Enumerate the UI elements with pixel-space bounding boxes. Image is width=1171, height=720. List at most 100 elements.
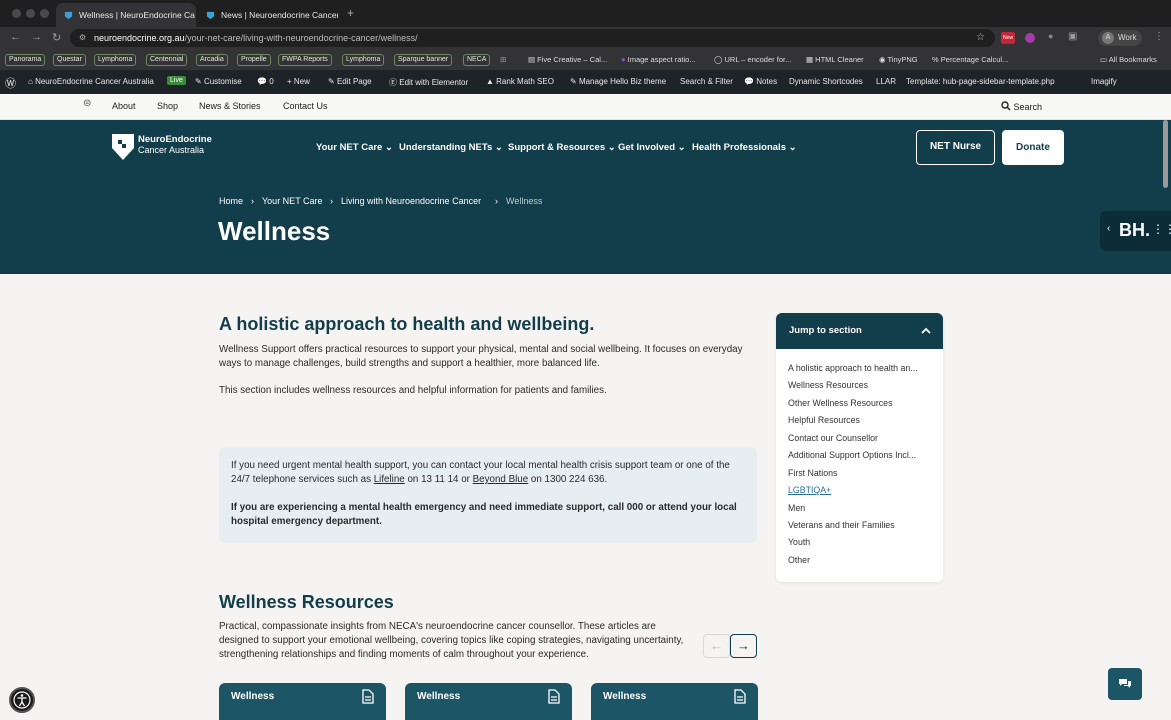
- menu-get-involved[interactable]: Get Involved ⌄: [618, 142, 686, 153]
- beyond-blue-link[interactable]: Beyond Blue: [473, 474, 529, 485]
- edit-page-link[interactable]: ✎ Edit Page: [328, 77, 372, 86]
- window-close-button[interactable]: [12, 9, 21, 18]
- lifeline-link[interactable]: Lifeline: [374, 474, 405, 485]
- apps-grid-icon[interactable]: ⊞: [500, 55, 506, 64]
- close-tab-icon[interactable]: ✕: [195, 10, 196, 21]
- utility-link-contact[interactable]: Contact Us: [283, 101, 328, 111]
- bookmark-folder[interactable]: Sparque banner: [394, 54, 453, 66]
- comments-link[interactable]: 💬 0: [257, 77, 274, 86]
- site-settings-icon[interactable]: ⚙: [79, 29, 86, 47]
- tab-wellness[interactable]: Wellness | NeuroEndocrine Ca ✕: [56, 3, 196, 27]
- extensions-puzzle-icon[interactable]: ▣: [1068, 31, 1077, 42]
- bookmark-link[interactable]: % Percentage Calcul...: [932, 55, 1008, 64]
- extension-circle-icon[interactable]: [1025, 33, 1035, 43]
- breadcrumb-home[interactable]: Home: [219, 196, 243, 206]
- chat-button[interactable]: [1108, 668, 1142, 700]
- bookmark-folder[interactable]: FWPA Reports: [278, 54, 332, 66]
- bookmark-folder[interactable]: Questar: [53, 54, 86, 66]
- carousel-next-button[interactable]: →: [730, 634, 757, 658]
- new-tab-button[interactable]: +: [347, 6, 354, 20]
- all-bookmarks-link[interactable]: ▭ All Bookmarks: [1100, 55, 1157, 64]
- carousel-prev-button[interactable]: ←: [703, 634, 730, 658]
- rankmath-link[interactable]: ▲ Rank Math SEO: [486, 77, 554, 86]
- bookmark-folder[interactable]: Centennial: [146, 54, 188, 66]
- bookmark-link[interactable]: ● Image aspect ratio...: [621, 55, 696, 64]
- toc-item-active[interactable]: LGBTIQA+: [788, 485, 831, 495]
- bookmark-link[interactable]: ◯ URL – encoder for...: [714, 55, 791, 64]
- wellness-card[interactable]: Wellness: [405, 683, 572, 720]
- neca-logo[interactable]: NeuroEndocrine Cancer Australia: [112, 134, 222, 164]
- window-minimize-button[interactable]: [26, 9, 35, 18]
- globe-icon[interactable]: ⊜: [83, 98, 91, 109]
- drag-handle-icon[interactable]: ⋮⋮: [1152, 222, 1171, 236]
- wellness-card[interactable]: Wellness: [591, 683, 758, 720]
- site-name-link[interactable]: ⌂ NeuroEndocrine Cancer Australia: [28, 77, 154, 86]
- breadcrumb-your-net-care[interactable]: Your NET Care: [262, 196, 323, 206]
- toc-item[interactable]: First Nations: [788, 468, 837, 478]
- profile-button[interactable]: A Work: [1098, 30, 1142, 46]
- toc-item[interactable]: Youth: [788, 537, 810, 547]
- accessibility-button[interactable]: [9, 687, 35, 713]
- menu-understanding-nets[interactable]: Understanding NETs ⌄: [399, 142, 503, 153]
- utility-link-about[interactable]: About: [112, 101, 136, 111]
- toc-item[interactable]: Veterans and their Families: [788, 520, 895, 530]
- tab-news[interactable]: News | Neuroendocrine Cancer ✕: [198, 3, 338, 27]
- toc-item[interactable]: Other Wellness Resources: [788, 398, 892, 408]
- extension-new-icon[interactable]: New: [1001, 32, 1015, 44]
- toc-item[interactable]: Additional Support Options Incl...: [788, 450, 916, 460]
- wellness-card[interactable]: Wellness: [219, 683, 386, 720]
- customise-link[interactable]: ✎ Customise: [195, 77, 242, 86]
- notes-link[interactable]: 💬 Notes: [744, 77, 777, 86]
- bookmark-folder[interactable]: Propelle: [237, 54, 271, 66]
- search-filter-link[interactable]: Search & Filter: [680, 77, 733, 86]
- bookmark-folder[interactable]: Arcadia: [196, 54, 228, 66]
- bookmark-link[interactable]: ▦ HTML Cleaner: [806, 55, 864, 64]
- bookmark-link[interactable]: ▤ Five Creative – Cal...: [528, 55, 607, 64]
- toc-item[interactable]: Men: [788, 503, 805, 513]
- page-scrollbar[interactable]: [1163, 120, 1168, 188]
- menu-support-resources[interactable]: Support & Resources ⌄: [508, 142, 616, 153]
- net-nurse-button[interactable]: NET Nurse: [916, 130, 995, 165]
- url-input[interactable]: ⚙ neuroendocrine.org.au/your-net-care/li…: [70, 29, 995, 47]
- forward-arrow-icon[interactable]: →: [31, 31, 42, 43]
- toc-item[interactable]: Contact our Counsellor: [788, 433, 878, 443]
- utility-link-shop[interactable]: Shop: [157, 101, 178, 111]
- microphone-icon[interactable]: ●: [1048, 31, 1053, 41]
- theme-link[interactable]: ✎ Manage Hello Biz theme: [570, 77, 666, 86]
- chat-bubble-icon: [1119, 679, 1131, 688]
- back-arrow-icon[interactable]: ←: [10, 31, 21, 43]
- menu-your-net-care[interactable]: Your NET Care ⌄: [316, 142, 393, 153]
- new-content-link[interactable]: + New: [287, 77, 310, 86]
- toc-item[interactable]: Other: [788, 555, 810, 565]
- bookmark-folder[interactable]: Lymphoma: [342, 54, 385, 66]
- template-info[interactable]: Template: hub-page-sidebar-template.php: [906, 77, 1055, 86]
- chevron-left-icon: ‹: [1107, 223, 1111, 234]
- browser-menu-icon[interactable]: ⋮: [1154, 31, 1164, 42]
- bh-logo-text: BH.: [1119, 220, 1150, 240]
- utility-link-news[interactable]: News & Stories: [199, 101, 261, 111]
- window-zoom-button[interactable]: [40, 9, 49, 18]
- toc-header[interactable]: Jump to section: [776, 313, 943, 349]
- menu-health-professionals[interactable]: Health Professionals ⌄: [692, 142, 797, 153]
- bookmark-folder[interactable]: Lymphoma: [94, 54, 137, 66]
- reload-icon[interactable]: ↻: [52, 31, 61, 44]
- chevron-up-icon: [921, 327, 931, 334]
- imagify-link[interactable]: Imagify: [1091, 77, 1117, 86]
- bookmark-link[interactable]: ◉ TinyPNG: [879, 55, 918, 64]
- bookmark-folder[interactable]: Panorama: [5, 54, 46, 66]
- llar-link[interactable]: LLAR: [876, 77, 896, 86]
- toc-item[interactable]: A holistic approach to health an...: [788, 363, 918, 373]
- breadcrumb-living[interactable]: Living with Neuroendocrine Cancer: [341, 196, 481, 206]
- wordpress-logo-icon[interactable]: Ⓦ: [5, 75, 16, 91]
- neca-favicon-icon: [206, 11, 215, 19]
- donate-button[interactable]: Donate: [1002, 130, 1064, 165]
- toc-item[interactable]: Helpful Resources: [788, 415, 860, 425]
- bookmark-star-icon[interactable]: ☆: [976, 29, 985, 47]
- shortcodes-link[interactable]: Dynamic Shortcodes: [789, 77, 863, 86]
- elementor-link[interactable]: Ⓔ Edit with Elementor: [389, 77, 468, 88]
- bookmark-folder[interactable]: NECA: [463, 54, 491, 66]
- breadcrumb-separator: ›: [251, 196, 254, 206]
- toc-item[interactable]: Wellness Resources: [788, 380, 868, 390]
- search-button[interactable]: Search: [1001, 101, 1042, 112]
- bh-widget[interactable]: ‹ BH. ⋮⋮: [1100, 211, 1171, 251]
